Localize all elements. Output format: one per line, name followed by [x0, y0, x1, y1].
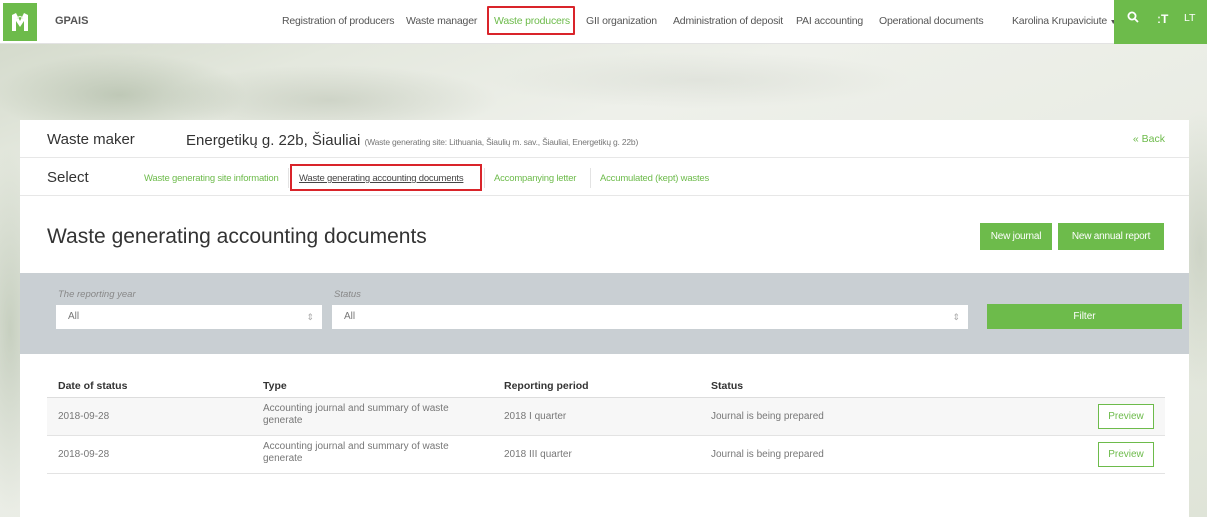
row-date: 2018-09-28	[58, 449, 110, 460]
tab-accompanying-letter[interactable]: Accompanying letter	[494, 173, 576, 184]
reporting-year-select[interactable]: All ⇕	[56, 305, 322, 329]
preview-button[interactable]: Preview	[1098, 404, 1154, 429]
select-arrows-icon: ⇕	[306, 312, 314, 322]
user-menu[interactable]: Karolina Krupaviciute ▼	[1012, 15, 1117, 27]
logo-icon	[12, 13, 28, 31]
preview-button[interactable]: Preview	[1098, 442, 1154, 467]
toolbar-tools: ːT LT	[1114, 0, 1207, 44]
status-value: All	[344, 311, 356, 322]
font-size-icon[interactable]: ːT	[1157, 12, 1168, 26]
row-date: 2018-09-28	[58, 411, 110, 422]
search-icon[interactable]	[1127, 11, 1139, 26]
page-title: Waste generating accounting documents	[47, 225, 427, 248]
nav-waste-manager[interactable]: Waste manager	[406, 15, 477, 27]
language-switch[interactable]: LT	[1184, 12, 1195, 24]
user-name: Karolina Krupaviciute	[1012, 15, 1108, 27]
row-status: Journal is being prepared	[711, 449, 824, 460]
row-period: 2018 III quarter	[504, 449, 572, 460]
row-period: 2018 I quarter	[504, 411, 567, 422]
nav-operational-documents[interactable]: Operational documents	[879, 15, 984, 27]
nav-gii-organization[interactable]: GII organization	[586, 15, 657, 27]
waste-maker-label: Waste maker	[47, 131, 135, 148]
table-row: 2018-09-28 Accounting journal and summar…	[47, 436, 1165, 474]
nav-administration-of-deposit[interactable]: Administration of deposit	[673, 15, 783, 27]
highlight-box-tab	[290, 164, 482, 191]
tab-divider	[590, 168, 591, 188]
main-card: Waste maker Energetikų g. 22b, Šiauliai …	[20, 120, 1189, 517]
tab-site-information[interactable]: Waste generating site information	[144, 173, 279, 184]
highlight-box-nav	[487, 6, 575, 35]
row-type: Accounting journal and summary of waste …	[263, 441, 449, 464]
gpais-logo[interactable]	[3, 3, 37, 41]
tab-accumulated-wastes[interactable]: Accumulated (kept) wastes	[600, 173, 709, 184]
row-type: Accounting journal and summary of waste …	[263, 403, 449, 426]
status-select[interactable]: All ⇕	[332, 305, 968, 329]
column-header-period: Reporting period	[504, 380, 589, 392]
nav-registration-of-producers[interactable]: Registration of producers	[282, 15, 395, 27]
select-tabs-row: Select Waste generating site information…	[20, 158, 1189, 196]
status-label: Status	[334, 289, 361, 300]
column-header-status: Status	[711, 380, 744, 392]
filter-panel: The reporting year All ⇕ Status All ⇕ Fi…	[20, 273, 1189, 354]
column-header-date: Date of status	[58, 380, 128, 392]
waste-maker-row: Waste maker Energetikų g. 22b, Šiauliai …	[20, 120, 1189, 158]
nav-pai-accounting[interactable]: PAI accounting	[796, 15, 863, 27]
select-label: Select	[47, 169, 89, 186]
site-address-detail: (Waste generating site: Lithuania, Šiaul…	[364, 137, 639, 147]
site-address-main: Energetikų g. 22b, Šiauliai	[186, 132, 361, 149]
tab-divider	[288, 168, 289, 188]
brand-name[interactable]: GPAIS	[55, 15, 88, 27]
site-address: Energetikų g. 22b, Šiauliai (Waste gener…	[186, 132, 638, 149]
top-navbar: GPAIS Registration of producers Waste ma…	[0, 0, 1207, 44]
select-arrows-icon: ⇕	[952, 312, 960, 322]
reporting-year-value: All	[68, 311, 80, 322]
new-journal-button[interactable]: New journal	[980, 223, 1052, 250]
column-header-type: Type	[263, 380, 287, 392]
back-link[interactable]: « Back	[1133, 133, 1165, 145]
filter-button[interactable]: Filter	[987, 304, 1182, 329]
new-annual-report-button[interactable]: New annual report	[1058, 223, 1164, 250]
row-status: Journal is being prepared	[711, 411, 824, 422]
table-row: 2018-09-28 Accounting journal and summar…	[47, 398, 1165, 436]
reporting-year-label: The reporting year	[58, 289, 136, 300]
tab-divider	[484, 168, 485, 188]
